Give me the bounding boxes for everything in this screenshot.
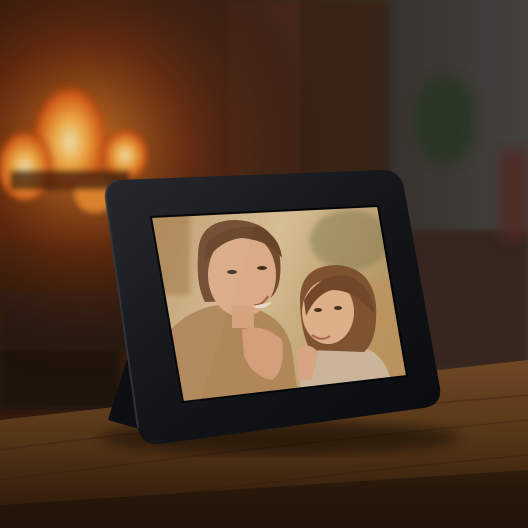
photo-scene <box>0 0 528 528</box>
scene-svg <box>0 0 528 528</box>
scene-vignette <box>0 0 528 528</box>
